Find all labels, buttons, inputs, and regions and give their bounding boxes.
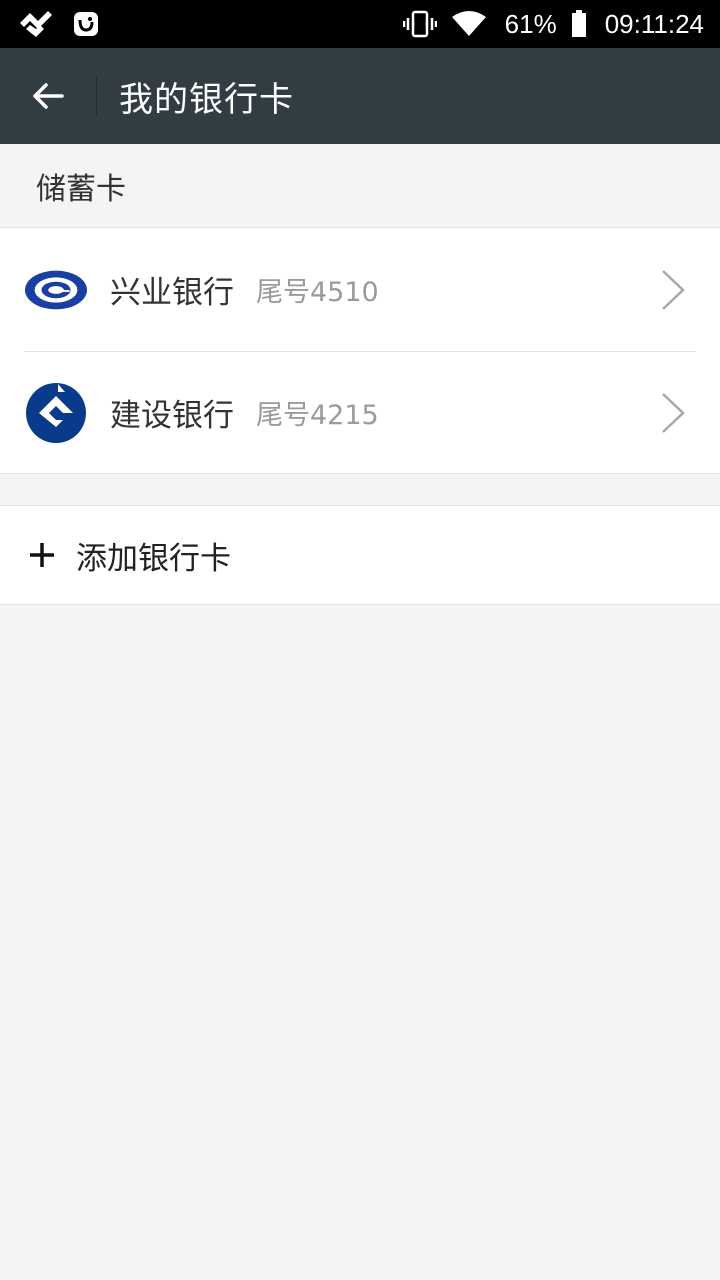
bank-card-row-cib[interactable]: 兴业银行 尾号4510 [0, 228, 720, 351]
ccb-logo-icon [24, 381, 88, 445]
vibrate-icon [402, 9, 437, 39]
card-tail-number: 尾号4510 [256, 277, 379, 308]
bank-card-row-ccb[interactable]: 建设银行 尾号4215 [0, 351, 720, 474]
app-bar-divider [96, 76, 97, 116]
back-arrow-icon [32, 82, 64, 110]
cib-logo-icon [24, 258, 88, 322]
clock: 09:11:24 [604, 8, 704, 39]
chevron-right-icon [660, 268, 686, 312]
app-bar: 我的银行卡 [0, 48, 720, 144]
back-button[interactable] [0, 48, 96, 144]
notification-app-icon [18, 9, 54, 39]
battery-icon [571, 10, 587, 38]
status-bar: 61% 09:11:24 [0, 0, 720, 48]
wifi-icon [451, 10, 487, 38]
card-tail-number: 尾号4215 [256, 400, 379, 431]
section-header-debit-cards: 储蓄卡 [0, 144, 720, 228]
chevron-right-icon [660, 391, 686, 435]
bank-name: 建设银行 [110, 398, 234, 434]
add-bank-card-button[interactable]: 添加银行卡 [0, 505, 720, 605]
plus-icon [28, 541, 56, 569]
bank-name: 兴业银行 [110, 275, 234, 311]
bank-card-list: 兴业银行 尾号4510 建设银行 尾号4215 [0, 228, 720, 474]
add-bank-card-label: 添加银行卡 [76, 540, 231, 577]
notification-app-icon-2 [72, 10, 100, 38]
battery-percent: 61% [504, 8, 557, 39]
page-title: 我的银行卡 [119, 79, 294, 120]
